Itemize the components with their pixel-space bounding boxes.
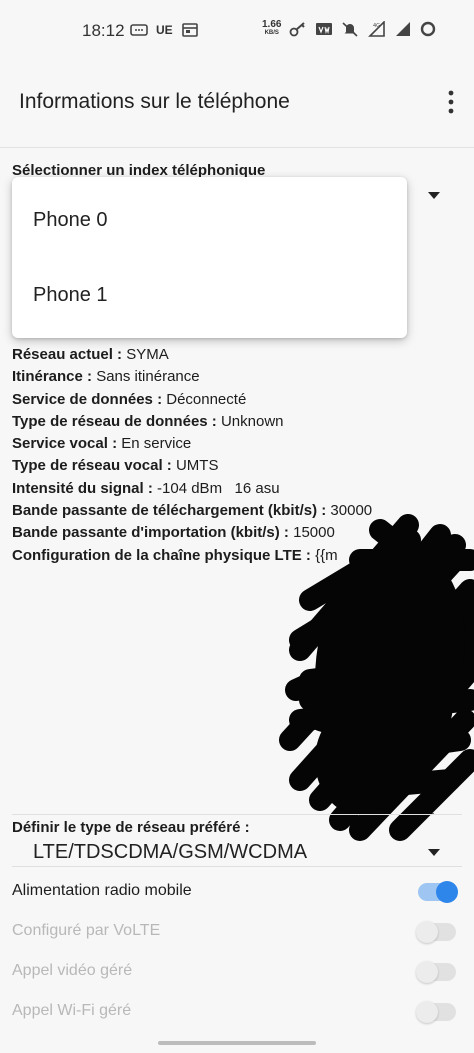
video-calling-switch	[416, 961, 456, 983]
info-row-upload-bandwidth: Bande passante d'importation (kbit/s) : …	[12, 524, 335, 542]
calendar-icon	[181, 22, 199, 38]
info-row-voice-network-type: Type de réseau vocal : UMTS	[12, 457, 219, 475]
preferred-network-label: Définir le type de réseau préféré :	[12, 819, 250, 836]
signal-icon	[393, 21, 411, 37]
page-title: Informations sur le téléphone	[19, 90, 290, 113]
phone-index-dropdown: Phone 0 Phone 1	[12, 177, 407, 338]
dropdown-option-phone-1[interactable]: Phone 1	[33, 284, 108, 307]
info-row-data-network-type: Type de réseau de données : Unknown	[12, 412, 284, 430]
mute-bell-icon	[341, 21, 359, 37]
app-bar: Informations sur le téléphone	[0, 62, 474, 148]
switch-knob	[436, 881, 458, 903]
mobile-radio-power-switch[interactable]	[418, 881, 458, 903]
status-bar: 18:12 UE 1.66 KB/S 4G	[0, 0, 474, 62]
carrier-badge: UE	[156, 23, 173, 37]
divider	[12, 866, 462, 867]
switch-knob	[416, 961, 438, 983]
preferred-network-select[interactable]: LTE/TDSCDMA/GSM/WCDMA	[33, 841, 307, 864]
key-icon	[289, 21, 307, 37]
chevron-down-icon[interactable]	[428, 849, 440, 856]
info-row-roaming: Itinérance : Sans itinérance	[12, 368, 200, 386]
battery-ring-icon	[419, 21, 437, 37]
toggle-row-volte-provisioned: Configuré par VoLTE	[12, 917, 462, 947]
hidden-fragment: lld=	[411, 804, 435, 821]
toggle-row-mobile-radio-power[interactable]: Alimentation radio mobile	[12, 877, 462, 907]
switch-knob	[416, 1001, 438, 1023]
info-row-data-service: Service de données : Déconnecté	[12, 390, 247, 408]
wifi-calling-switch	[416, 1001, 456, 1023]
dropdown-option-phone-0[interactable]: Phone 0	[33, 209, 108, 232]
info-row-lte-physical-channel: Configuration de la chaîne physique LTE …	[12, 546, 338, 564]
divider	[12, 814, 462, 815]
info-row-current-network: Réseau actuel : SYMA	[12, 346, 169, 363]
message-icon	[130, 22, 148, 38]
svg-text:4G: 4G	[373, 23, 380, 29]
info-row-download-bandwidth: Bande passante de téléchargement (kbit/s…	[12, 502, 373, 520]
toggle-row-wifi-calling: Appel Wi-Fi géré	[12, 997, 462, 1027]
network-speed: 1.66 KB/S	[262, 19, 282, 37]
info-row-voice-service: Service vocal : En service	[12, 435, 192, 453]
chevron-down-icon[interactable]	[428, 192, 440, 199]
volte-provisioned-switch	[416, 921, 456, 943]
switch-knob	[416, 921, 438, 943]
vowifi-icon	[315, 21, 333, 37]
toggle-row-video-calling: Appel vidéo géré	[12, 957, 462, 987]
info-row-signal-strength: Intensité du signal : -104 dBm 16 asu	[12, 479, 280, 497]
info-list: Réseau actuel : SYMA Itinérance : Sans i…	[12, 344, 472, 567]
signal-4g-icon: 4G	[367, 21, 386, 37]
home-indicator[interactable]	[158, 1041, 316, 1045]
status-time: 18:12	[82, 21, 125, 40]
more-options-icon[interactable]	[442, 88, 460, 116]
